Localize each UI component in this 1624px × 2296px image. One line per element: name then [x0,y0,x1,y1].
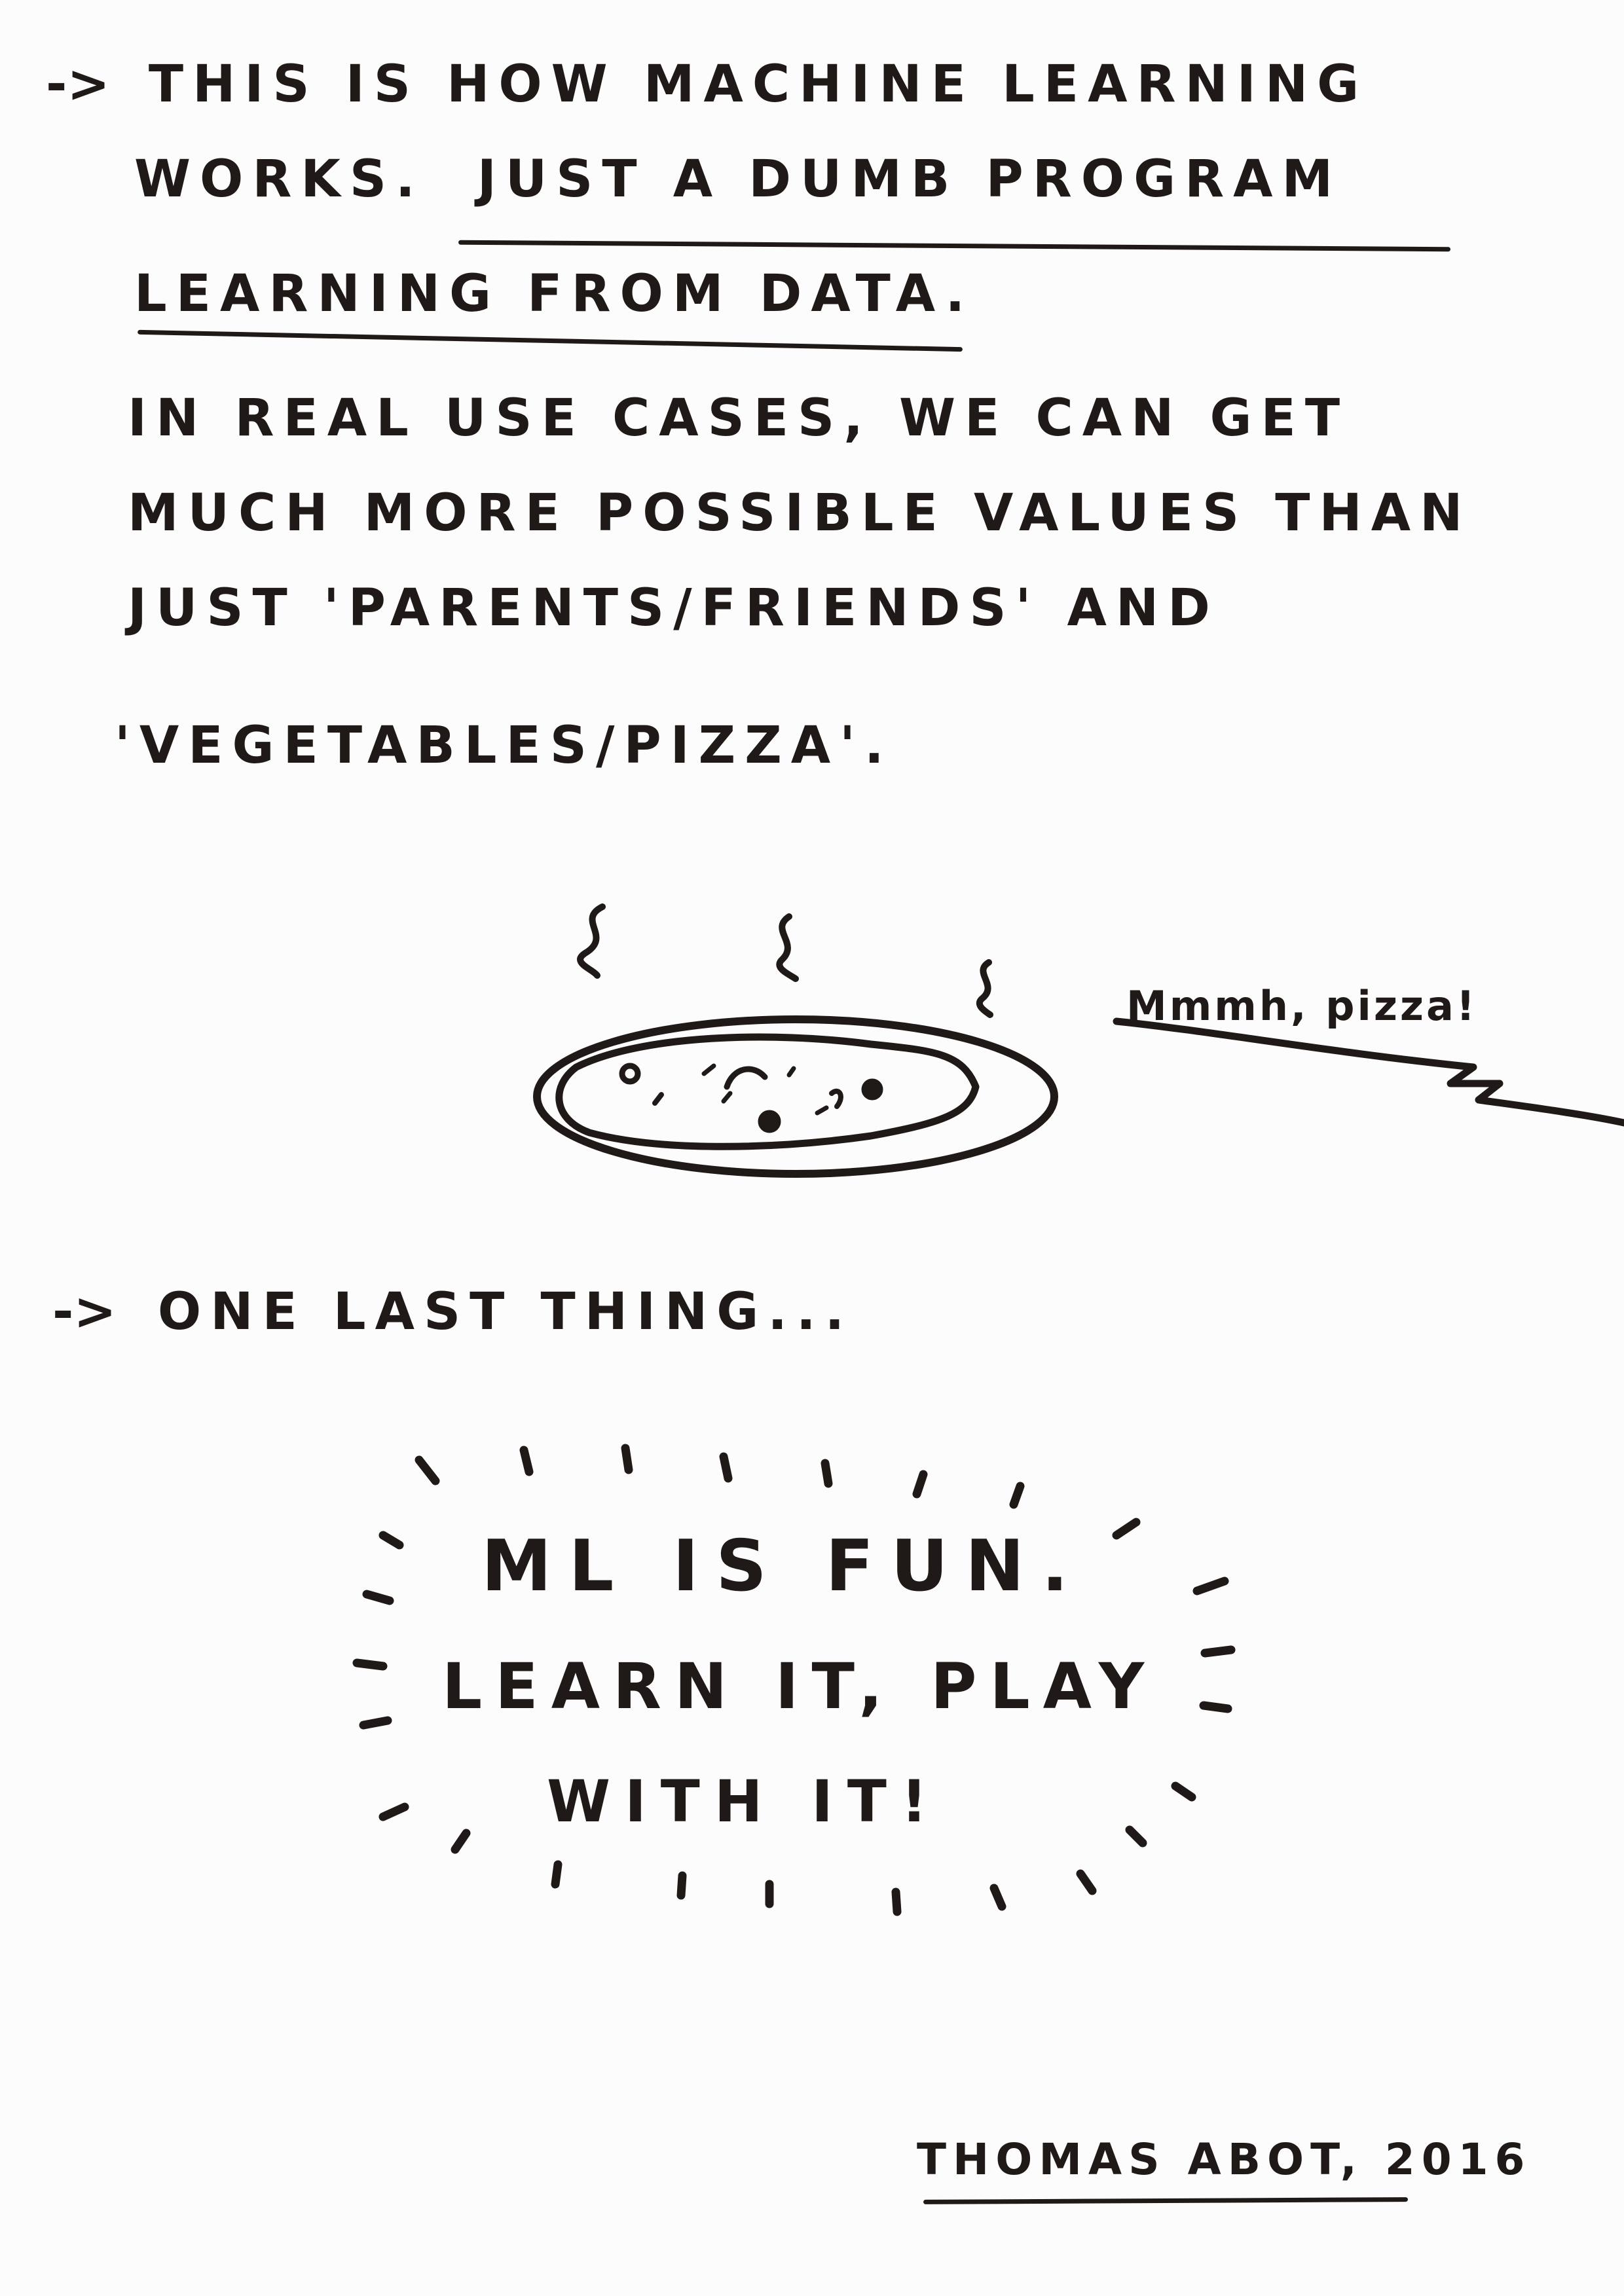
signature-name: THOMAS ABOT [917,2134,1340,2185]
fun-line-3: WITH IT! [547,1768,942,1835]
radiating-rays [352,1444,1236,1916]
handwritten-page: -> THIS IS HOW MACHINE LEARNING WORKS. J… [0,0,1624,2296]
signature-year: , 2016 [1340,2134,1532,2185]
fun-line-2: LEARN IT, PLAY [442,1650,1158,1723]
signature: THOMAS ABOT, 2016 [917,2134,1531,2185]
fun-line-1: ML IS FUN. [481,1525,1086,1607]
